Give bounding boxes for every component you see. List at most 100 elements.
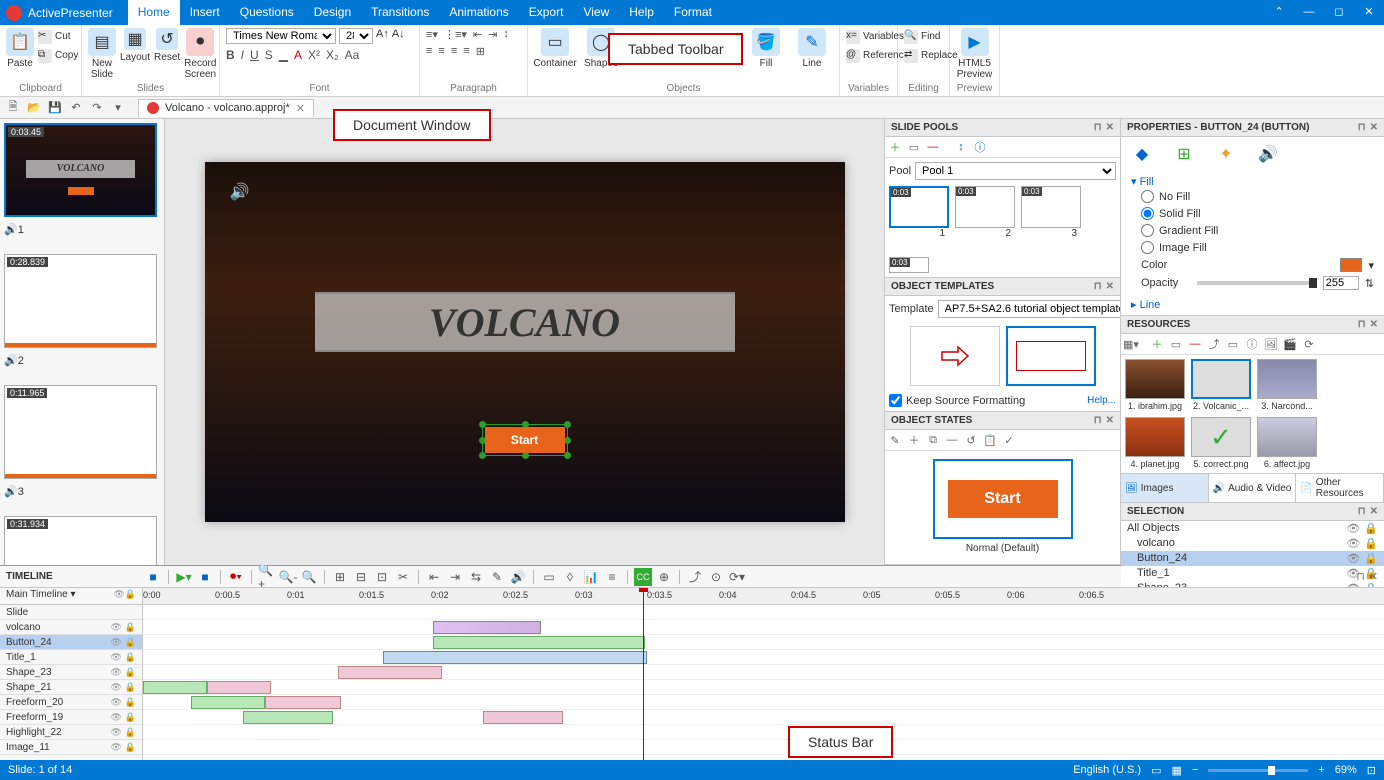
increase-font-icon[interactable]: A↑ <box>376 28 389 44</box>
pool-thumb-3[interactable]: 0:03 <box>1021 186 1081 228</box>
align-justify-icon[interactable]: ≡ <box>463 45 469 58</box>
numbering-icon[interactable]: ⋮≡▾ <box>444 28 467 41</box>
pin-icon[interactable]: ⊓ <box>1358 319 1366 330</box>
start-button[interactable]: Start <box>485 427 565 453</box>
color-swatch[interactable] <box>1340 258 1362 272</box>
canvas-area[interactable]: Document Window 🔊 VOLCANO Start <box>165 119 884 565</box>
track-header[interactable]: Shape_21👁🔒 <box>0 680 142 695</box>
new-slide-button[interactable]: ▤New Slide <box>88 28 116 80</box>
redo-icon[interactable]: ↷ <box>88 99 106 117</box>
clip[interactable] <box>265 696 341 709</box>
track-header[interactable]: Highlight_22👁🔒 <box>0 725 142 740</box>
selection-row-selected[interactable]: Button_24👁🔒 <box>1121 551 1384 566</box>
html5-preview-button[interactable]: ▶HTML5 Preview <box>956 28 993 80</box>
minimize-icon[interactable]: — <box>1294 0 1324 25</box>
res-clip-icon[interactable]: 🎬 <box>1282 336 1298 352</box>
template-select[interactable]: AP7.5+SA2.6 tutorial object template <box>938 300 1145 318</box>
t5-icon[interactable]: 🔊 <box>509 568 527 586</box>
res-image-icon[interactable]: 🖼 <box>1263 336 1279 352</box>
clip[interactable] <box>243 711 333 724</box>
pool-thumb-extra[interactable]: 0:03 <box>889 257 929 273</box>
track-header[interactable]: Freeform_19👁🔒 <box>0 710 142 725</box>
t1-icon[interactable]: ⇤ <box>425 568 443 586</box>
t11-icon[interactable]: ⤴ <box>686 568 704 586</box>
tab-transitions[interactable]: Transitions <box>361 0 439 25</box>
res-tab-av[interactable]: 🔊Audio & Video <box>1209 474 1297 502</box>
qat-more-icon[interactable]: ▾ <box>109 99 127 117</box>
pin-icon[interactable]: ⊓ <box>1094 122 1102 133</box>
res-add-icon[interactable]: ＋ <box>1149 336 1165 352</box>
t7-icon[interactable]: ◊ <box>561 568 579 586</box>
stop2-icon[interactable]: ■ <box>196 568 214 586</box>
bold-icon[interactable]: B <box>226 48 235 62</box>
opacity-input[interactable] <box>1323 276 1359 290</box>
help-link[interactable]: Help... <box>1087 395 1116 406</box>
trim-icon[interactable]: ✂ <box>394 568 412 586</box>
track-header[interactable]: volcano👁🔒 <box>0 620 142 635</box>
open-icon[interactable]: 📂 <box>25 99 43 117</box>
slide-thumb-3[interactable]: 0:11.965 <box>4 385 157 479</box>
res-preview-icon[interactable]: ▭ <box>1225 336 1241 352</box>
keep-formatting-checkbox[interactable] <box>889 394 902 407</box>
pool-select[interactable]: Pool 1 <box>915 162 1116 180</box>
fill-section-header[interactable]: ▾ Fill <box>1131 175 1374 188</box>
fit-icon[interactable]: ⊡ <box>1367 764 1376 777</box>
close-panel-icon[interactable]: ✕ <box>1106 415 1114 426</box>
res-sub-icon[interactable]: ▭ <box>1168 336 1184 352</box>
copy-state-icon[interactable]: 📋 <box>982 432 998 448</box>
t2-icon[interactable]: ⇥ <box>446 568 464 586</box>
zoom-out-icon[interactable]: 🔍- <box>279 568 297 586</box>
clip[interactable] <box>383 651 647 664</box>
reset-state-icon[interactable]: ↺ <box>963 432 979 448</box>
view-sorter-icon[interactable]: ▦ <box>1171 764 1181 777</box>
add-pool-icon[interactable]: ＋ <box>887 139 903 155</box>
res-refresh-icon[interactable]: ⟳ <box>1301 336 1317 352</box>
layout-button[interactable]: ▦Layout <box>120 28 150 63</box>
clip[interactable] <box>433 636 645 649</box>
tab-help[interactable]: Help <box>619 0 664 25</box>
close-doc-icon[interactable]: ✕ <box>296 102 305 115</box>
line-section-header[interactable]: ▸ Line <box>1131 298 1374 311</box>
fill-button[interactable]: 🪣Fill <box>745 28 787 69</box>
resource-item[interactable]: 3. Narcond... <box>1257 359 1317 411</box>
tab-design[interactable]: Design <box>304 0 361 25</box>
playhead[interactable] <box>643 588 644 760</box>
font-color-icon[interactable]: A <box>294 48 302 62</box>
edit-state-icon[interactable]: ✎ <box>887 432 903 448</box>
res-grid-icon[interactable]: ▦▾ <box>1123 336 1139 352</box>
resource-item[interactable]: 6. affect.jpg <box>1257 417 1317 469</box>
tab-view[interactable]: View <box>573 0 619 25</box>
align-center-icon[interactable]: ≡ <box>438 45 444 58</box>
record-icon[interactable]: ⏺▾ <box>227 568 245 586</box>
font-size-select[interactable]: 28 <box>339 28 373 44</box>
clip[interactable] <box>191 696 265 709</box>
snap-icon[interactable]: ⊞ <box>331 568 349 586</box>
slide-canvas[interactable]: 🔊 VOLCANO Start <box>205 162 845 522</box>
slide-thumb-2[interactable]: 0:28.839 <box>4 254 157 348</box>
lock-icon[interactable]: 🔒 <box>1364 522 1378 535</box>
close-panel-icon[interactable]: ✕ <box>1106 122 1114 133</box>
pool-thumb-1[interactable]: 0:03 <box>889 186 949 228</box>
zoom-in-icon[interactable]: 🔍+ <box>258 568 276 586</box>
pool-thumb-2[interactable]: 0:03 <box>955 186 1015 228</box>
language-label[interactable]: English (U.S.) <box>1073 764 1141 776</box>
solidfill-radio[interactable] <box>1141 207 1154 220</box>
close-panel-icon[interactable]: ✕ <box>1369 570 1378 583</box>
tab-animations[interactable]: Animations <box>439 0 518 25</box>
t10-icon[interactable]: ⊕ <box>655 568 673 586</box>
res-export-icon[interactable]: ⤴ <box>1206 336 1222 352</box>
slide-audio-icon[interactable]: 🔊 <box>230 182 250 202</box>
tab-home[interactable]: Home <box>128 0 180 25</box>
zoom-in-icon[interactable]: + <box>1318 764 1324 776</box>
view-normal-icon[interactable]: ▭ <box>1151 764 1161 777</box>
new-doc-icon[interactable]: 🗎 <box>4 99 22 117</box>
cut-button[interactable]: ✂Cut <box>38 28 78 45</box>
font-family-select[interactable]: Times New Roman (Headings) <box>226 28 336 44</box>
t3-icon[interactable]: ⇆ <box>467 568 485 586</box>
bullets-icon[interactable]: ≡▾ <box>426 28 438 41</box>
decrease-font-icon[interactable]: A↓ <box>392 28 405 44</box>
eye-icon[interactable]: 👁 <box>1346 522 1360 535</box>
clip[interactable] <box>207 681 271 694</box>
edit-pool-icon[interactable]: ▭ <box>906 139 922 155</box>
color-dropdown-icon[interactable]: ▾ <box>1368 259 1374 272</box>
